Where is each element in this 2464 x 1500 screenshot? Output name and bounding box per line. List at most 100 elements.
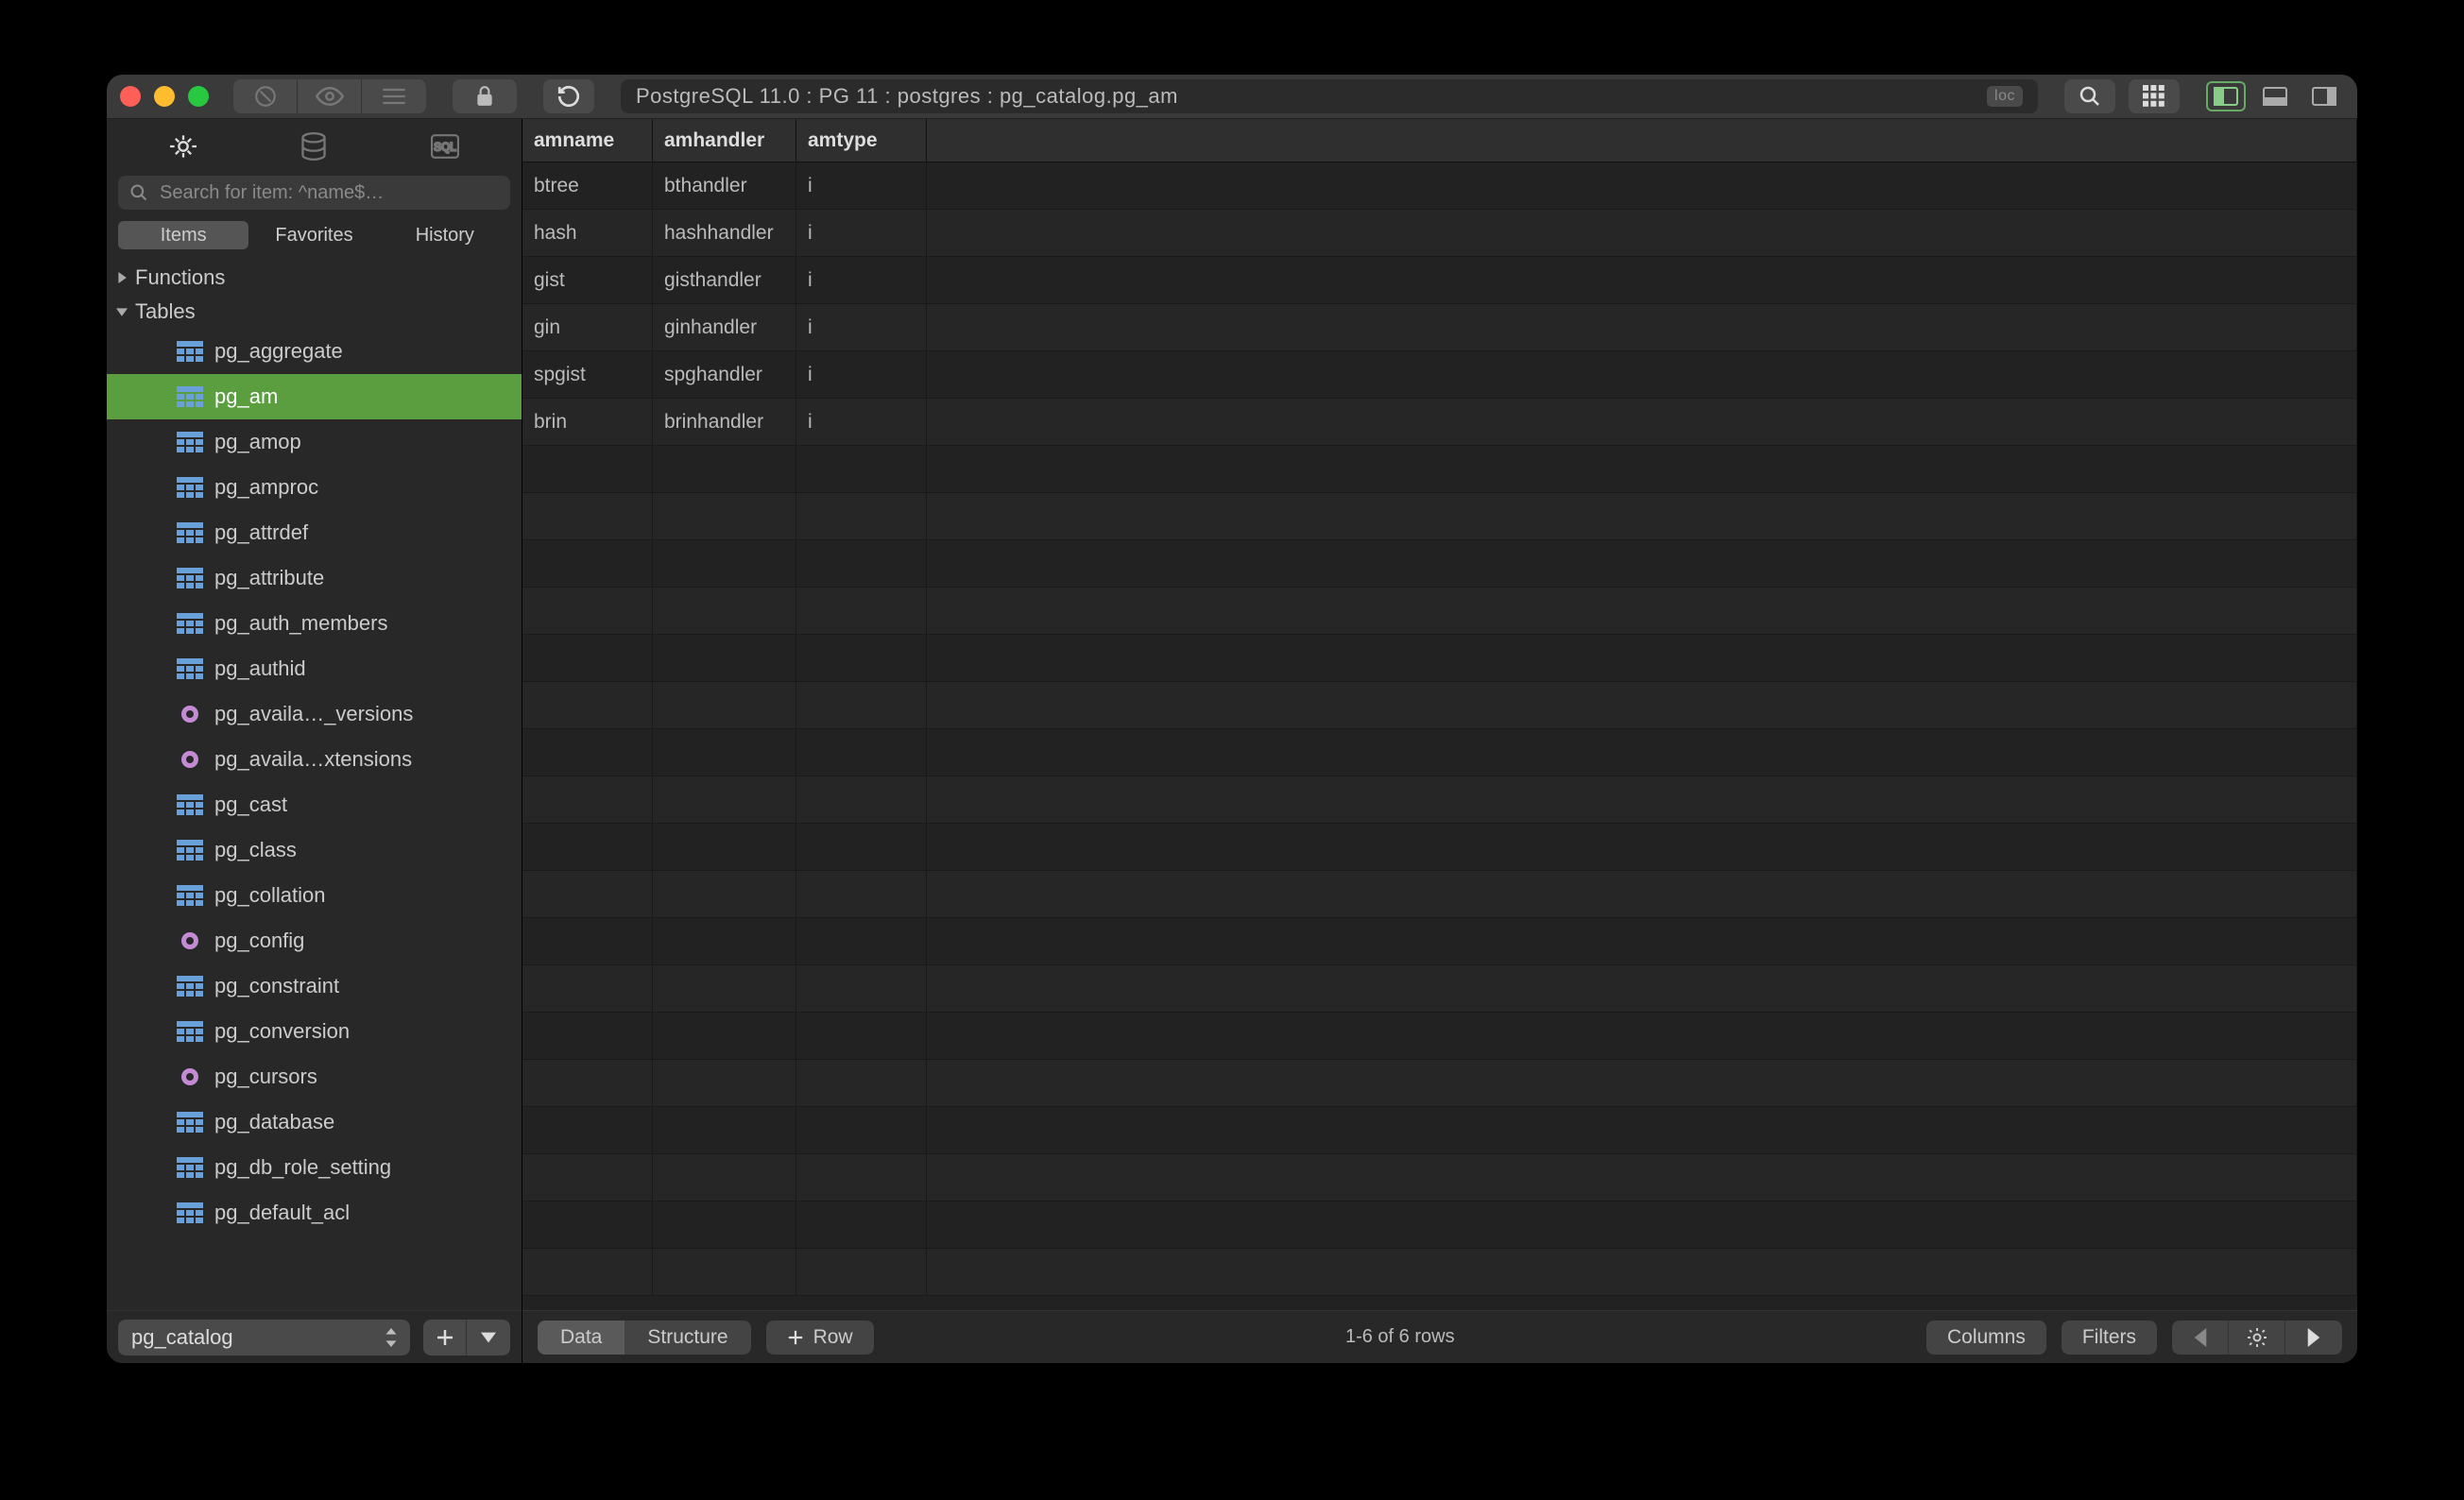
grid-cell[interactable]: spghandler (653, 351, 796, 398)
grid-view-button[interactable] (2129, 79, 2180, 113)
query-tab[interactable]: SQL (384, 128, 506, 165)
grid-body[interactable]: btreebthandlerihashhashhandlerigistgisth… (522, 162, 2357, 1310)
columns-button[interactable]: Columns (1926, 1321, 2046, 1355)
grid-cell[interactable]: gisthandler (653, 257, 796, 303)
tree-item[interactable]: pg_cursors (107, 1054, 522, 1099)
filter-history[interactable]: History (380, 221, 510, 249)
prev-page-button[interactable] (2172, 1321, 2229, 1355)
grid-cell[interactable]: i (796, 399, 927, 445)
tree-item-label: pg_default_acl (214, 1201, 350, 1225)
filter-items[interactable]: Items (118, 221, 248, 249)
layout-left-button[interactable] (2206, 81, 2246, 111)
tree-item[interactable]: pg_amop (107, 419, 522, 465)
structure-tab[interactable]: Structure (625, 1321, 750, 1355)
grid-row[interactable]: hashhashhandleri (522, 210, 2357, 257)
filter-favorites[interactable]: Favorites (248, 221, 379, 249)
table-icon (177, 386, 203, 407)
filters-button[interactable]: Filters (2062, 1321, 2157, 1355)
grid-row[interactable]: brinbrinhandleri (522, 399, 2357, 446)
tree-item[interactable]: pg_default_acl (107, 1190, 522, 1236)
tree-item[interactable]: pg_conversion (107, 1009, 522, 1054)
tree-item[interactable]: pg_constraint (107, 963, 522, 1009)
data-tab[interactable]: Data (538, 1321, 625, 1355)
grid-row-empty (522, 493, 2357, 540)
table-icon (177, 1202, 203, 1223)
tree-group-functions[interactable]: Functions (107, 261, 522, 295)
connection-tab[interactable] (122, 128, 245, 165)
window-zoom-button[interactable] (188, 86, 209, 107)
tree-item[interactable]: pg_attrdef (107, 510, 522, 555)
disconnect-button[interactable] (233, 79, 298, 113)
tree-item[interactable]: pg_am (107, 374, 522, 419)
preview-button[interactable] (298, 79, 362, 113)
grid-row-empty (522, 446, 2357, 493)
page-nav (2172, 1321, 2342, 1355)
tree-item-label: pg_amop (214, 430, 301, 454)
tree-item[interactable]: pg_collation (107, 873, 522, 918)
gear-icon (2246, 1326, 2268, 1349)
add-row-button[interactable]: Row (766, 1321, 874, 1355)
grid-cell[interactable]: brin (522, 399, 653, 445)
table-icon (177, 1021, 203, 1042)
tree-item[interactable]: pg_attribute (107, 555, 522, 601)
grid-row[interactable]: ginginhandleri (522, 304, 2357, 351)
search-button[interactable] (2064, 79, 2115, 113)
page-settings-button[interactable] (2229, 1321, 2285, 1355)
grid-cell[interactable]: spgist (522, 351, 653, 398)
tree-item[interactable]: pg_aggregate (107, 329, 522, 374)
grid-cell[interactable]: bthandler (653, 162, 796, 209)
grid-cell[interactable]: i (796, 162, 927, 209)
tree-group-tables[interactable]: Tables (107, 295, 522, 329)
column-header[interactable]: amtype (796, 119, 927, 162)
tree-item[interactable]: pg_cast (107, 782, 522, 827)
view-icon (177, 749, 203, 770)
tree-item[interactable]: pg_authid (107, 646, 522, 691)
refresh-button[interactable] (543, 79, 594, 113)
next-page-button[interactable] (2285, 1321, 2342, 1355)
grid-cell[interactable]: ginhandler (653, 304, 796, 350)
tree-item[interactable]: pg_availa…_versions (107, 691, 522, 737)
add-button[interactable] (423, 1320, 467, 1355)
grid-cell[interactable]: btree (522, 162, 653, 209)
grid-row[interactable]: gistgisthandleri (522, 257, 2357, 304)
database-tab[interactable] (252, 128, 375, 165)
schema-select[interactable]: pg_catalog (118, 1320, 410, 1355)
grid-cell[interactable]: brinhandler (653, 399, 796, 445)
column-header[interactable]: amhandler (653, 119, 796, 162)
tree-item[interactable]: pg_class (107, 827, 522, 873)
main-area: SQL Items Favorites History FunctionsTab… (107, 119, 2357, 1363)
add-menu-button[interactable] (467, 1320, 510, 1355)
grid-cell[interactable]: i (796, 210, 927, 256)
grid-cell[interactable]: hashhandler (653, 210, 796, 256)
grid-row-empty (522, 682, 2357, 729)
grid-row-empty (522, 965, 2357, 1013)
layout-right-button[interactable] (2304, 81, 2344, 111)
grid-cell[interactable]: i (796, 257, 927, 303)
window-close-button[interactable] (120, 86, 141, 107)
tree-item[interactable]: pg_db_role_setting (107, 1145, 522, 1190)
tree-item[interactable]: pg_database (107, 1099, 522, 1145)
object-tree[interactable]: FunctionsTablespg_aggregatepg_am pg_amopp… (107, 257, 522, 1310)
tree-item[interactable]: pg_config (107, 918, 522, 963)
grid-cell[interactable]: hash (522, 210, 653, 256)
lock-button[interactable] (453, 79, 517, 113)
grid-row[interactable]: spgistspghandleri (522, 351, 2357, 399)
search-input[interactable] (118, 176, 510, 210)
column-header[interactable]: amname (522, 119, 653, 162)
sidebar-button[interactable] (362, 79, 426, 113)
grid-cell[interactable]: gin (522, 304, 653, 350)
tree-item[interactable]: pg_amproc (107, 465, 522, 510)
breadcrumb-path[interactable]: PostgreSQL 11.0 : PG 11 : postgres : pg_… (621, 79, 2038, 113)
grid-cell[interactable]: i (796, 351, 927, 398)
add-pair (423, 1320, 510, 1355)
tree-item[interactable]: pg_auth_members (107, 601, 522, 646)
tree-item-label: pg_auth_members (214, 611, 387, 636)
view-icon (177, 704, 203, 724)
window-minimize-button[interactable] (154, 86, 175, 107)
grid-row-empty (522, 540, 2357, 588)
grid-cell[interactable]: gist (522, 257, 653, 303)
tree-item[interactable]: pg_availa…xtensions (107, 737, 522, 782)
grid-row[interactable]: btreebthandleri (522, 162, 2357, 210)
layout-bottom-button[interactable] (2255, 81, 2295, 111)
grid-cell[interactable]: i (796, 304, 927, 350)
